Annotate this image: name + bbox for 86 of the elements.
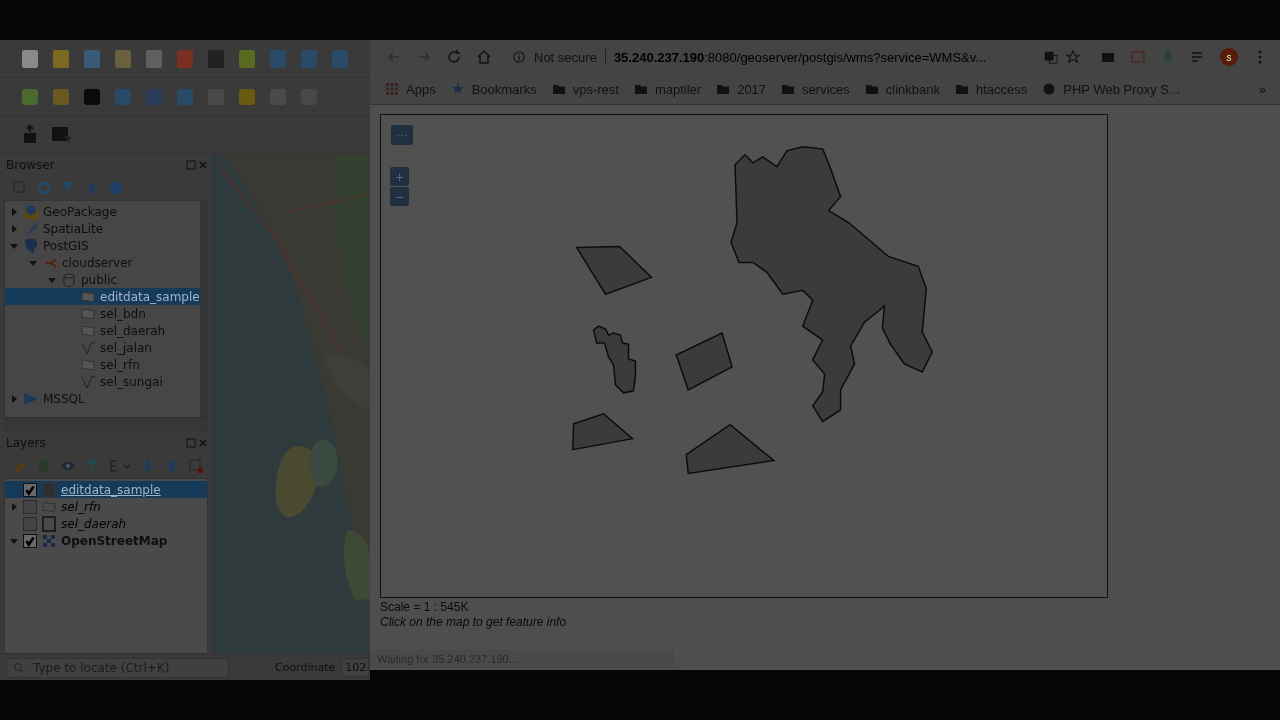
expander-icon[interactable] bbox=[29, 258, 37, 267]
tree-item[interactable]: sel_daerah bbox=[5, 322, 200, 339]
download-icon[interactable] bbox=[1160, 49, 1176, 65]
tree-label: public bbox=[81, 272, 118, 287]
tree-label: sel_sungai bbox=[100, 374, 163, 389]
search-icon bbox=[13, 661, 25, 674]
expander-icon[interactable] bbox=[10, 394, 18, 403]
tree-item[interactable]: sel_sungai bbox=[5, 373, 200, 390]
zoom-in-button[interactable]: + bbox=[390, 167, 409, 186]
expression-filter-icon[interactable] bbox=[108, 458, 132, 474]
more-bookmarks-button[interactable]: » bbox=[1258, 81, 1266, 97]
tree-label: cloudserver bbox=[62, 255, 133, 270]
line-icon bbox=[80, 339, 96, 356]
zoom-out-button[interactable]: − bbox=[390, 187, 409, 206]
expander-icon[interactable] bbox=[48, 275, 56, 284]
layer-name: sel_daerah bbox=[61, 516, 127, 531]
expander-icon[interactable] bbox=[10, 502, 18, 511]
collapse-icon[interactable] bbox=[84, 180, 100, 196]
mssql-icon bbox=[23, 390, 39, 407]
raster-icon bbox=[41, 532, 57, 549]
checkbox[interactable] bbox=[23, 533, 37, 548]
filter-icon[interactable] bbox=[84, 458, 100, 474]
profile-avatar[interactable]: s bbox=[1220, 48, 1238, 66]
tree-item[interactable]: sel_jalan bbox=[5, 339, 200, 356]
expander-icon[interactable] bbox=[10, 224, 18, 233]
expander-icon[interactable] bbox=[10, 536, 18, 545]
expand-all-icon[interactable] bbox=[140, 458, 156, 474]
checkbox[interactable] bbox=[23, 482, 37, 497]
hint-text: Click on the map to get feature info bbox=[380, 615, 568, 629]
close-icon[interactable] bbox=[198, 438, 208, 448]
star-icon[interactable] bbox=[1066, 50, 1080, 64]
refresh-icon[interactable] bbox=[36, 180, 52, 196]
tree-label: GeoPackage bbox=[43, 204, 117, 219]
layer-name: OpenStreetMap bbox=[61, 533, 168, 548]
tree-item[interactable]: GeoPackage bbox=[5, 203, 200, 220]
globe-box-icon bbox=[23, 203, 39, 220]
expander-icon[interactable] bbox=[10, 207, 18, 216]
tree-item[interactable]: SpatiaLite bbox=[5, 220, 200, 237]
scale-label: Scale = 1 : 545K bbox=[380, 600, 470, 614]
filter-icon[interactable] bbox=[60, 180, 76, 196]
float-icon[interactable] bbox=[186, 160, 196, 170]
feather-icon bbox=[23, 220, 39, 237]
tree-label: MSSQL bbox=[43, 391, 85, 406]
database-icon bbox=[61, 271, 77, 288]
tree-item[interactable]: sel_rfn bbox=[5, 356, 200, 373]
map-menu-button[interactable]: ··· bbox=[391, 125, 413, 145]
tree-label: SpatiaLite bbox=[43, 221, 104, 236]
float-icon[interactable] bbox=[186, 438, 196, 448]
tree-label: sel_daerah bbox=[100, 323, 166, 338]
translate-icon[interactable] bbox=[1044, 50, 1058, 64]
tree-label: editdata_sample bbox=[100, 289, 200, 304]
collapse-all-icon[interactable] bbox=[164, 458, 180, 474]
checkbox[interactable] bbox=[23, 499, 37, 514]
layer-item[interactable]: sel_rfn bbox=[5, 498, 207, 515]
apps-grid-icon bbox=[386, 83, 398, 95]
tree-item[interactable]: PostGIS bbox=[5, 237, 200, 254]
star-icon bbox=[451, 83, 464, 95]
address-field[interactable]: 35.240.237.190:8080/geoserver/postgis/wms?service=WMS&v... bbox=[613, 49, 987, 65]
elephant-icon bbox=[23, 237, 39, 254]
reload-icon[interactable] bbox=[446, 49, 462, 65]
tree-label: PostGIS bbox=[43, 238, 89, 253]
tree-item[interactable]: MSSQL bbox=[5, 390, 200, 407]
expander-icon[interactable] bbox=[10, 241, 18, 250]
line-icon bbox=[80, 373, 96, 390]
vertical-scrollbar[interactable] bbox=[199, 201, 207, 417]
tree-label: sel_jalan bbox=[100, 340, 152, 355]
tree-item[interactable]: cloudserver bbox=[5, 254, 200, 271]
layer-item[interactable]: sel_daerah bbox=[5, 515, 207, 532]
layer-name: sel_rfn bbox=[61, 499, 101, 514]
checkbox[interactable] bbox=[23, 516, 37, 531]
layer-item[interactable]: editdata_sample bbox=[5, 481, 207, 498]
layer-item[interactable]: OpenStreetMap bbox=[5, 532, 207, 549]
tree-label: sel_bdn bbox=[100, 306, 146, 321]
tree-label: sel_rfn bbox=[100, 357, 140, 372]
tree-item[interactable]: sel_bdn bbox=[5, 305, 200, 322]
layer-name: editdata_sample bbox=[61, 482, 161, 497]
tree-item[interactable]: public bbox=[5, 271, 200, 288]
cast-icon[interactable] bbox=[1130, 49, 1146, 65]
outline-symbol-icon bbox=[41, 515, 57, 532]
tree-item[interactable]: editdata_sample bbox=[5, 288, 200, 305]
home-icon[interactable] bbox=[476, 49, 492, 65]
close-icon[interactable] bbox=[198, 160, 208, 170]
remove-layer-icon[interactable] bbox=[188, 458, 204, 474]
globe-icon bbox=[1043, 83, 1056, 95]
fill-symbol-icon bbox=[41, 481, 57, 498]
map-frame[interactable]: ··· + − bbox=[380, 114, 1108, 598]
